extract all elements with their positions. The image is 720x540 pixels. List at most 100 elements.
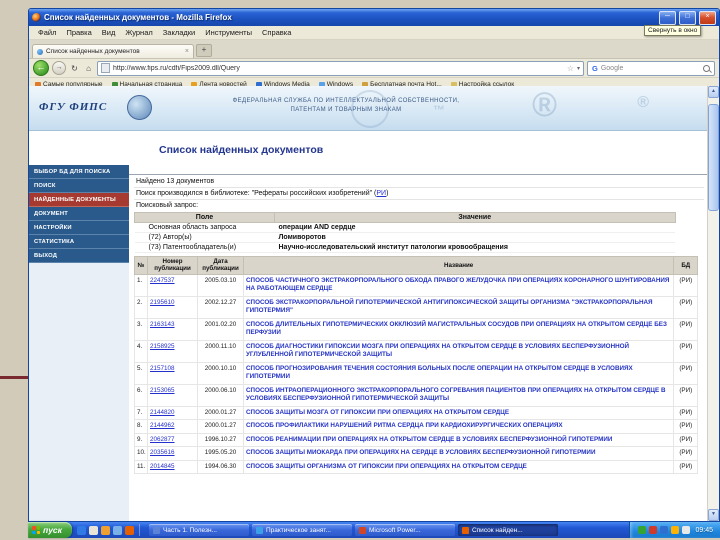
bookmark-star-icon[interactable]: ☆ bbox=[567, 64, 574, 73]
back-button[interactable]: ← bbox=[33, 60, 49, 76]
minimize-button[interactable]: ─ bbox=[659, 10, 676, 25]
document-title-link[interactable]: СПОСОБ ЗАЩИТЫ МИОКАРДА ПРИ ОПЕРАЦИЯХ НА … bbox=[246, 449, 595, 456]
task-button-label: Список найден... bbox=[471, 526, 523, 534]
sidebar-item[interactable]: ПОИСК bbox=[29, 179, 129, 193]
task-firefox[interactable]: Список найден... bbox=[457, 524, 558, 536]
publication-number-link[interactable]: 2144962 bbox=[150, 422, 175, 429]
results-col-num: № bbox=[134, 256, 148, 275]
sidebar-item[interactable]: НАЙДЕННЫЕ ДОКУМЕНТЫ bbox=[29, 193, 129, 207]
tab-found-documents[interactable]: Список найденных документов × bbox=[32, 44, 194, 58]
document-title-link[interactable]: СПОСОБ ЗАЩИТЫ ОРГАНИЗМА ОТ ГИПОКСИИ ПРИ … bbox=[246, 463, 527, 470]
query-table: Поле Значение Основная область запроса о… bbox=[134, 212, 676, 253]
scrollbar-thumb[interactable] bbox=[708, 104, 719, 211]
publication-number-link[interactable]: 2195610 bbox=[150, 299, 175, 306]
document-title-link[interactable]: СПОСОБ ПРОФИЛАКТИКИ НАРУШЕНИЙ РИТМА СЕРД… bbox=[246, 422, 563, 429]
publication-number-link[interactable]: 2153065 bbox=[150, 387, 175, 394]
publication-number-link[interactable]: 2158925 bbox=[150, 343, 175, 350]
antivirus-icon[interactable] bbox=[649, 526, 658, 534]
publication-number-link[interactable]: 2062877 bbox=[150, 436, 175, 443]
internet-explorer-icon[interactable] bbox=[76, 525, 86, 535]
sidebar: ВЫБОР БД ДЛЯ ПОИСКА ПОИСК НАЙДЕННЫЕ ДОКУМЕ… bbox=[29, 165, 129, 521]
window-title: Список найденных документов - Mozilla Fi… bbox=[44, 13, 232, 22]
database-tag: (РИ) bbox=[673, 295, 699, 319]
vertical-scrollbar[interactable]: ▲ ▼ bbox=[707, 86, 719, 521]
browser-window: Список найденных документов - Mozilla Fi… bbox=[28, 8, 720, 522]
publication-number-link[interactable]: 2163143 bbox=[150, 321, 175, 328]
menu-item[interactable]: Файл bbox=[33, 28, 61, 37]
document-title-link[interactable]: СПОСОБ ЭКСТРАКОРПОРАЛЬНОЙ ГИПОТЕРМИЧЕСКО… bbox=[246, 299, 653, 315]
new-tab-button[interactable]: + bbox=[196, 44, 212, 57]
result-index: 10. bbox=[134, 446, 148, 461]
publication-number-link[interactable]: 2035616 bbox=[150, 449, 175, 456]
sidebar-item[interactable]: СТАТИСТИКА bbox=[29, 235, 129, 249]
menu-item[interactable]: Инструменты bbox=[200, 28, 257, 37]
result-index: 1. bbox=[134, 273, 148, 297]
database-tag: (РИ) bbox=[673, 419, 699, 434]
windows-media-icon[interactable] bbox=[100, 525, 110, 535]
start-button[interactable]: пуск bbox=[28, 522, 72, 538]
query-value: Ломиворотов bbox=[274, 232, 675, 243]
menu-item[interactable]: Вид bbox=[97, 28, 121, 37]
menu-item[interactable]: Журнал bbox=[120, 28, 157, 37]
scrollbar-track[interactable] bbox=[708, 98, 719, 509]
network-icon[interactable] bbox=[660, 526, 669, 534]
document-title-link[interactable]: СПОСОБ ИНТРАОПЕРАЦИОННОГО ЭКСТРАКОРПОРАЛ… bbox=[246, 387, 666, 403]
library-link[interactable]: РИ bbox=[376, 190, 386, 197]
query-field: Основная область запроса bbox=[134, 222, 275, 233]
main-content: Найдено 13 документов Поиск производился… bbox=[129, 174, 707, 521]
sidebar-item[interactable]: ДОКУМЕНТ bbox=[29, 207, 129, 221]
publication-date: 1996.10.27 bbox=[197, 432, 244, 448]
document-title-link[interactable]: СПОСОБ ЗАЩИТЫ МОЗГА ОТ ГИПОКСИИ ПРИ ОПЕР… bbox=[246, 409, 509, 416]
close-button[interactable]: × bbox=[699, 10, 716, 25]
publication-number-link[interactable]: 2157108 bbox=[150, 365, 175, 372]
result-index: 6. bbox=[134, 383, 148, 407]
registered-watermark: ® bbox=[637, 94, 649, 111]
volume-icon[interactable] bbox=[682, 526, 691, 534]
database-tag: (РИ) bbox=[673, 273, 699, 297]
task-button-icon bbox=[358, 526, 366, 534]
magnifier-icon[interactable] bbox=[703, 64, 710, 72]
scroll-up-button[interactable]: ▲ bbox=[708, 86, 719, 98]
url-text[interactable]: http://www.fips.ru/cdfi/Fips2009.dll/Que… bbox=[113, 65, 564, 72]
task-document[interactable]: Часть 1. Полезн... bbox=[148, 524, 249, 536]
publication-number-link[interactable]: 2014845 bbox=[150, 463, 175, 470]
document-title-link[interactable]: СПОСОБ ДЛИТЕЛЬНЫХ ГИПОТЕРМИЧЕСКИХ ОККЛЮЗ… bbox=[246, 321, 667, 337]
address-dropdown-icon[interactable]: ▾ bbox=[577, 65, 580, 72]
document-title-link[interactable]: СПОСОБ РЕАНИМАЦИИ ПРИ ОПЕРАЦИЯХ НА ОТКРЫ… bbox=[246, 436, 612, 443]
forward-button[interactable]: → bbox=[52, 61, 66, 75]
firefox-icon[interactable] bbox=[124, 525, 134, 535]
menu-item[interactable]: Правка bbox=[61, 28, 96, 37]
sidebar-item[interactable]: ВЫХОД bbox=[29, 249, 129, 263]
publication-date: 2001.02.20 bbox=[197, 317, 244, 341]
address-bar[interactable]: http://www.fips.ru/cdfi/Fips2009.dll/Que… bbox=[97, 60, 584, 76]
database-tag: (РИ) bbox=[673, 339, 699, 363]
title-bar[interactable]: Список найденных документов - Mozilla Fi… bbox=[29, 9, 719, 26]
restore-button[interactable]: □ bbox=[679, 10, 696, 25]
task-button-label: Практическое занят... bbox=[265, 526, 331, 534]
update-icon[interactable] bbox=[671, 526, 680, 534]
home-button[interactable]: ⌂ bbox=[83, 64, 94, 73]
search-input[interactable]: G Google bbox=[587, 60, 715, 76]
result-index: 5. bbox=[134, 361, 148, 385]
outlook-icon[interactable] bbox=[112, 525, 122, 535]
task-powerpoint[interactable]: Microsoft Power... bbox=[354, 524, 455, 536]
show-desktop-icon[interactable] bbox=[88, 525, 98, 535]
document-title-link[interactable]: СПОСОБ ПРОГНОЗИРОВАНИЯ ТЕЧЕНИЯ СОСТОЯНИЯ… bbox=[246, 365, 633, 381]
result-row: 8. 2144962 2000.01.27 СПОСОБ ПРОФИЛАКТИК… bbox=[134, 419, 699, 434]
publication-number-link[interactable]: 2247537 bbox=[150, 277, 175, 284]
sidebar-item[interactable]: ВЫБОР БД ДЛЯ ПОИСКА bbox=[29, 165, 129, 179]
task-lesson[interactable]: Практическое занят... bbox=[251, 524, 352, 536]
search-engine-label: Google bbox=[600, 64, 624, 72]
messenger-icon[interactable] bbox=[638, 526, 647, 534]
tab-close-icon[interactable]: × bbox=[185, 48, 189, 55]
menu-item[interactable]: Справка bbox=[257, 28, 296, 37]
document-title-link[interactable]: СПОСОБ ЧАСТИЧНОГО ЭКСТРАКОРПОРАЛЬНОГО ОБ… bbox=[246, 277, 669, 293]
scroll-down-button[interactable]: ▼ bbox=[708, 509, 719, 521]
taskbar-clock: 09:45 bbox=[695, 526, 713, 534]
publication-number-link[interactable]: 2144820 bbox=[150, 409, 175, 416]
task-button-icon bbox=[152, 526, 160, 534]
document-title-link[interactable]: СПОСОБ ДИАГНОСТИКИ ГИПОКСИИ МОЗГА ПРИ ОП… bbox=[246, 343, 629, 359]
menu-item[interactable]: Закладки bbox=[158, 28, 200, 37]
sidebar-item[interactable]: НАСТРОЙКИ bbox=[29, 221, 129, 235]
reload-button[interactable]: ↻ bbox=[69, 64, 80, 73]
